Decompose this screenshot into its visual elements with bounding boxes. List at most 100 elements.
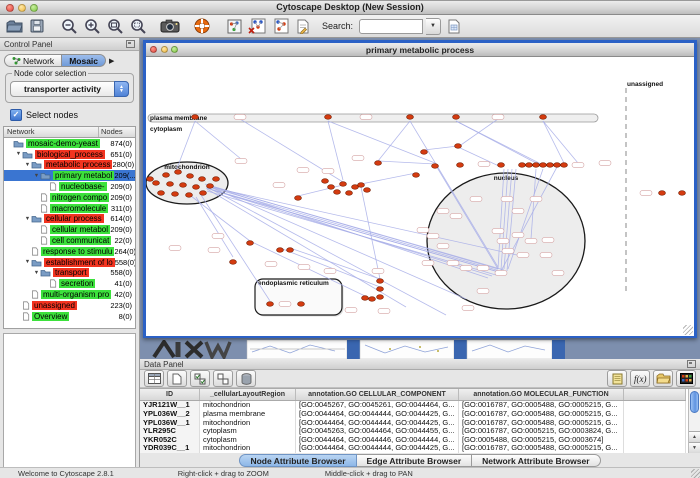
table-column-header[interactable]: annotation.GO MOLECULAR_FUNCTION — [459, 389, 624, 401]
table-cell[interactable]: [GO:0044464, GO:0044446, GO:0044444, G..… — [296, 436, 459, 445]
tree-row[interactable]: mosaic-demo-yeast874(0) — [4, 138, 135, 149]
tree-column-network[interactable]: Network — [4, 127, 99, 137]
new-attribute-icon[interactable] — [167, 370, 187, 387]
table-cell[interactable]: [GO:0016787, GO:0005488, GO:0005215, G..… — [459, 419, 624, 428]
graph-node[interactable] — [540, 115, 547, 120]
float-panel-icon[interactable] — [126, 40, 135, 48]
minimize-window-button[interactable] — [18, 4, 26, 12]
close-window-button[interactable] — [6, 4, 14, 12]
tree-row[interactable]: unassigned223(0) — [4, 300, 135, 311]
tree-column-nodes[interactable]: Nodes — [99, 127, 135, 137]
graph-node[interactable] — [540, 163, 547, 168]
graph-node[interactable] — [193, 185, 200, 190]
graph-node[interactable] — [526, 163, 533, 168]
open-session-icon[interactable] — [4, 17, 24, 35]
snapshot-icon[interactable] — [160, 17, 180, 35]
graph-node[interactable] — [377, 295, 384, 300]
network-view-title-bar[interactable]: primary metabolic process — [146, 43, 694, 57]
graph-node[interactable] — [364, 188, 371, 193]
table-row[interactable]: YLR295Ccytoplasm[GO:0045263, GO:0044464,… — [140, 427, 686, 436]
table-cell[interactable]: [GO:0045263, GO:0044464, GO:0044455, G..… — [296, 427, 459, 436]
graph-edge[interactable] — [456, 121, 543, 165]
table-cell[interactable]: YLR295C — [140, 427, 200, 436]
graph-edge[interactable] — [290, 248, 380, 279]
graph-node[interactable] — [247, 241, 254, 246]
tree-row[interactable]: multi-organism pro42(0) — [4, 289, 135, 300]
graph-node[interactable] — [328, 185, 335, 190]
graph-node[interactable] — [267, 302, 274, 307]
graph-node[interactable] — [679, 191, 686, 196]
table-cell[interactable]: YKR052C — [140, 436, 200, 445]
graph-node[interactable] — [207, 184, 214, 189]
graph-node[interactable] — [172, 192, 179, 197]
network-canvas[interactable]: plasma membranecytoplasmmitochondrionnuc… — [146, 57, 694, 336]
graph-node[interactable] — [453, 115, 460, 120]
graph-node[interactable] — [340, 182, 347, 187]
network-view-window[interactable]: primary metabolic process plasma membran… — [143, 40, 697, 338]
graph-node[interactable] — [192, 115, 199, 120]
graph-node[interactable] — [298, 302, 305, 307]
zoom-in-icon[interactable] — [82, 17, 102, 35]
graph-node[interactable] — [346, 191, 353, 196]
graph-node[interactable] — [659, 191, 666, 196]
save-session-icon[interactable] — [27, 17, 47, 35]
table-cell[interactable]: [GO:0016787, GO:0005488, GO:0005215, G..… — [459, 401, 624, 410]
table-row[interactable]: YKR052Ccytoplasm[GO:0044464, GO:0044446,… — [140, 436, 686, 445]
graph-node[interactable] — [187, 174, 194, 179]
zoom-window-button[interactable] — [30, 4, 38, 12]
graph-node[interactable] — [186, 193, 193, 198]
tab-mosaic[interactable]: Mosaic — [62, 54, 106, 67]
graph-node[interactable] — [167, 182, 174, 187]
table-cell[interactable]: cytoplasm — [200, 436, 296, 445]
tree-row[interactable]: ▼primary metabol209(... — [4, 170, 135, 181]
tree-row[interactable]: ▼metabolic process280(0) — [4, 160, 135, 171]
inner-close-button[interactable] — [150, 46, 157, 53]
tree-row[interactable]: cell communicat22(0) — [4, 235, 135, 246]
table-cell[interactable]: [GO:0044464, GO:0044444, GO:0044425, G..… — [296, 444, 459, 453]
data-panel-float-icon[interactable] — [687, 360, 696, 368]
tree-expander-icon[interactable]: ▼ — [24, 216, 31, 222]
search-input[interactable] — [359, 19, 423, 34]
table-row[interactable]: YJR121W__1mitochondrion[GO:0045267, GO:0… — [140, 401, 686, 410]
unselect-attributes-icon[interactable] — [213, 370, 233, 387]
graph-node[interactable] — [322, 179, 329, 184]
import-attributes-icon[interactable] — [653, 370, 673, 387]
tab-overflow-arrow[interactable]: ▶ — [109, 57, 114, 65]
zoom-out-icon[interactable] — [59, 17, 79, 35]
compartment-plasma-membrane[interactable] — [148, 114, 598, 122]
graph-node[interactable] — [153, 181, 160, 186]
graph-node[interactable] — [199, 177, 206, 182]
network-overview-icon[interactable] — [224, 17, 244, 35]
graph-node[interactable] — [547, 163, 554, 168]
tree-row[interactable]: nitrogen compo209(0) — [4, 192, 135, 203]
select-nodes-checkbox[interactable]: ✓ — [10, 109, 22, 121]
table-cell[interactable]: [GO:0045267, GO:0045261, GO:0044464, G..… — [296, 401, 459, 410]
graph-node[interactable] — [457, 163, 464, 168]
tree-expander-icon[interactable]: ▼ — [24, 162, 31, 168]
tab-network[interactable]: Network — [4, 54, 62, 67]
delete-attribute-icon[interactable] — [236, 370, 256, 387]
tree-row[interactable]: response to stimulu264(0) — [4, 246, 135, 257]
tab-network-attribute-browser[interactable]: Network Attribute Browser — [472, 454, 600, 467]
table-column-header[interactable]: annotation.GO CELLULAR_COMPONENT — [296, 389, 459, 401]
table-cell[interactable]: [GO:0016787, GO:0005488, GO:0005215, G..… — [459, 410, 624, 419]
table-cell[interactable]: cytoplasm — [200, 427, 296, 436]
graph-node[interactable] — [519, 163, 526, 168]
graph-node[interactable] — [421, 150, 428, 155]
tree-expander-icon[interactable]: ▼ — [33, 173, 40, 179]
graph-node[interactable] — [325, 115, 332, 120]
table-cell[interactable]: [GO:0044464, GO:0044444, GO:0044425, G..… — [296, 419, 459, 428]
tree-row[interactable]: Overview8(0) — [4, 311, 135, 322]
inner-resize-grip[interactable] — [683, 325, 693, 335]
table-cell[interactable]: mitochondrion — [200, 401, 296, 410]
zoom-selected-icon[interactable] — [128, 17, 148, 35]
formula-builder-icon[interactable]: f(x) — [630, 370, 650, 387]
graph-node[interactable] — [561, 163, 568, 168]
table-column-header[interactable]: _cellularLayoutRegion — [200, 389, 296, 401]
graph-edge[interactable] — [195, 121, 241, 159]
graph-edge[interactable] — [458, 119, 498, 147]
graph-node[interactable] — [147, 177, 154, 182]
attribute-table[interactable]: ID_cellularLayoutRegionannotation.GO CEL… — [140, 389, 686, 453]
graph-edge[interactable] — [378, 161, 435, 164]
tab-edge-attribute-browser[interactable]: Edge Attribute Browser — [357, 454, 473, 467]
